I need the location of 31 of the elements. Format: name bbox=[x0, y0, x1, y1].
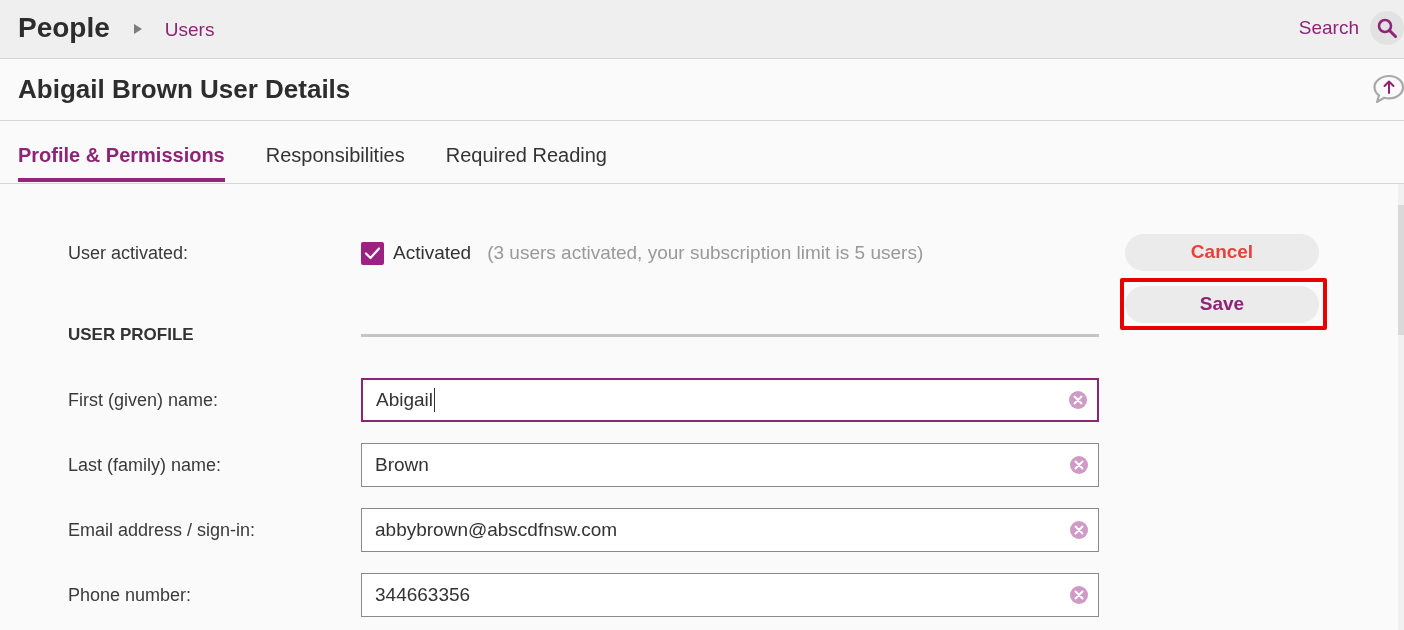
breadcrumb-link[interactable]: Users bbox=[164, 18, 215, 42]
clear-icon[interactable] bbox=[1069, 391, 1087, 409]
breadcrumb-arrow-icon bbox=[133, 24, 142, 34]
field-label: Phone number: bbox=[68, 583, 193, 607]
field-label: First (given) name: bbox=[68, 388, 220, 412]
section-title: People bbox=[18, 10, 110, 45]
search-link[interactable]: Search bbox=[1298, 16, 1359, 40]
text-field[interactable]: abbybrown@abscdfnsw.com bbox=[361, 508, 1099, 552]
text-field[interactable]: 344663356 bbox=[361, 573, 1099, 617]
scrollbar-thumb[interactable] bbox=[1398, 205, 1404, 335]
field-label: User activated: bbox=[68, 241, 190, 265]
clear-icon[interactable] bbox=[1070, 456, 1088, 474]
speech-bubble-arrow-icon[interactable] bbox=[1372, 73, 1404, 104]
field-label: Last (family) name: bbox=[68, 453, 223, 477]
tab[interactable]: Required Reading bbox=[445, 121, 607, 182]
search-button[interactable] bbox=[1370, 11, 1404, 45]
checkbox[interactable] bbox=[361, 241, 384, 265]
tab[interactable]: Profile & Permissions bbox=[18, 121, 225, 182]
text-field[interactable]: Brown bbox=[361, 443, 1099, 487]
activation-note: (3 users activated, your subscription limit is 5 users) bbox=[487, 240, 924, 265]
checkbox-label[interactable]: Activated bbox=[393, 238, 472, 268]
clear-icon[interactable] bbox=[1070, 586, 1088, 604]
text-cursor bbox=[434, 388, 436, 412]
clear-icon[interactable] bbox=[1070, 521, 1088, 539]
tab[interactable]: Responsibilities bbox=[265, 121, 405, 182]
section-heading: USER PROFILE bbox=[68, 324, 195, 347]
search-icon bbox=[1377, 18, 1397, 38]
save-button[interactable]: Save bbox=[1125, 286, 1319, 323]
field-label: Email address / sign-in: bbox=[68, 518, 257, 542]
text-field[interactable]: Abigail bbox=[361, 378, 1099, 422]
page-title: Abigail Brown User Details bbox=[18, 72, 351, 105]
